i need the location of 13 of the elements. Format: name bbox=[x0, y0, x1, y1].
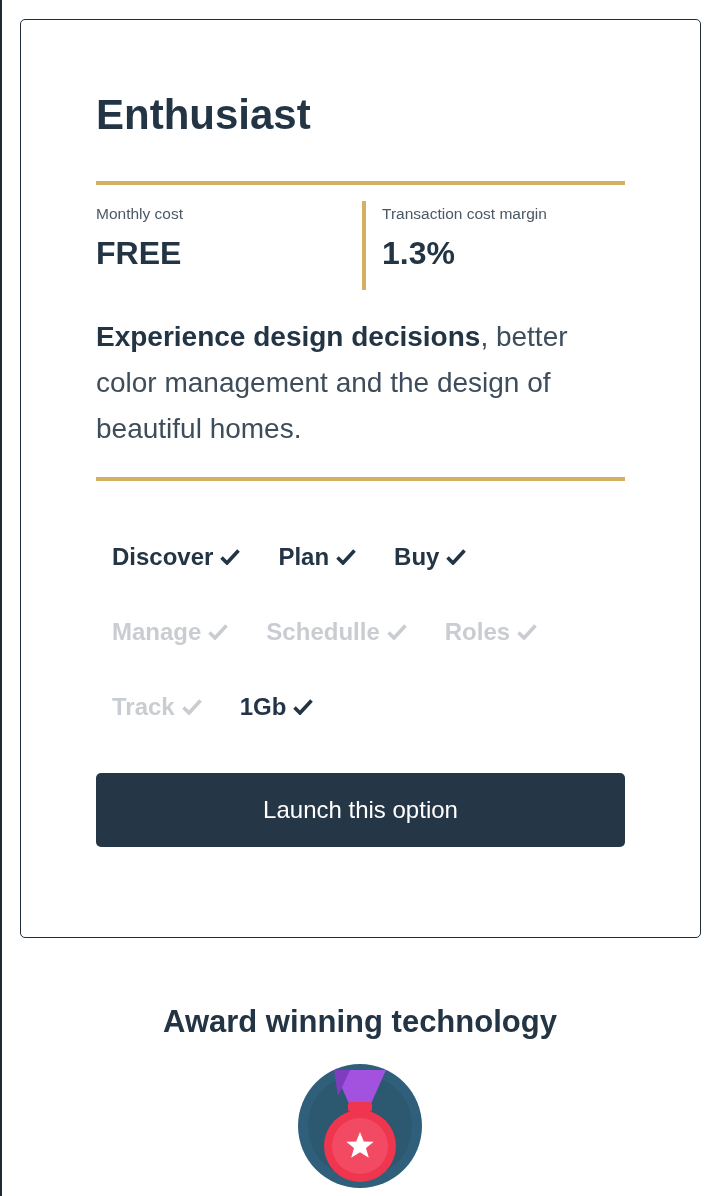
launch-button[interactable]: Launch this option bbox=[96, 773, 625, 847]
feature-label: 1Gb bbox=[239, 692, 287, 722]
feature-label: Buy bbox=[394, 542, 440, 572]
stat-label: Monthly cost bbox=[96, 204, 183, 224]
plan-description: Experience design decisions, better color management and the design of beautiful homes. bbox=[96, 320, 569, 446]
plan-title: Enthusiast bbox=[96, 90, 311, 140]
medal-icon bbox=[298, 1064, 422, 1188]
feature-label: Plan bbox=[278, 542, 330, 572]
feature-label: Discover bbox=[112, 542, 214, 572]
award-heading: Award winning technology bbox=[163, 1003, 557, 1041]
stat-value: FREE bbox=[96, 234, 182, 272]
stat-value: 1.3% bbox=[382, 234, 455, 272]
stat-label: Transaction cost margin bbox=[382, 204, 547, 224]
